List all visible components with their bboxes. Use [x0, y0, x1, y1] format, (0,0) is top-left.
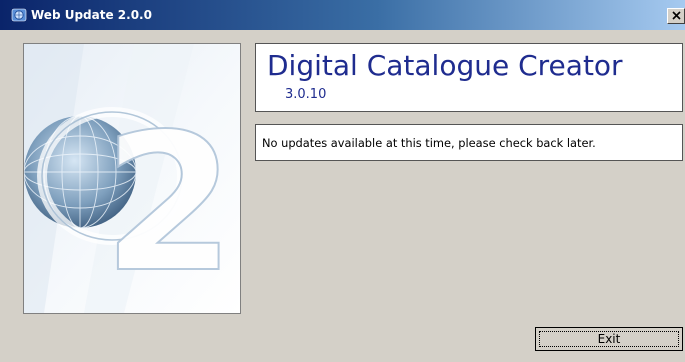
exit-button[interactable]: Exit	[535, 327, 683, 351]
product-version: 3.0.10	[285, 87, 327, 102]
exit-button-label: Exit	[539, 331, 679, 347]
status-message-box: No updates available at this time, pleas…	[255, 124, 683, 161]
window-title: Web Update 2.0.0	[31, 8, 152, 22]
globe-splash-image: 2	[24, 44, 240, 313]
product-name: Digital Catalogue Creator	[267, 49, 623, 82]
side-image-panel: 2	[23, 43, 241, 314]
product-header: Digital Catalogue Creator 3.0.10	[255, 43, 683, 112]
web-update-icon	[11, 7, 27, 23]
status-message: No updates available at this time, pleas…	[262, 136, 596, 150]
title-bar[interactable]: Web Update 2.0.0	[0, 0, 685, 30]
close-button[interactable]	[667, 8, 685, 24]
splash-glyph: 2	[103, 93, 235, 313]
